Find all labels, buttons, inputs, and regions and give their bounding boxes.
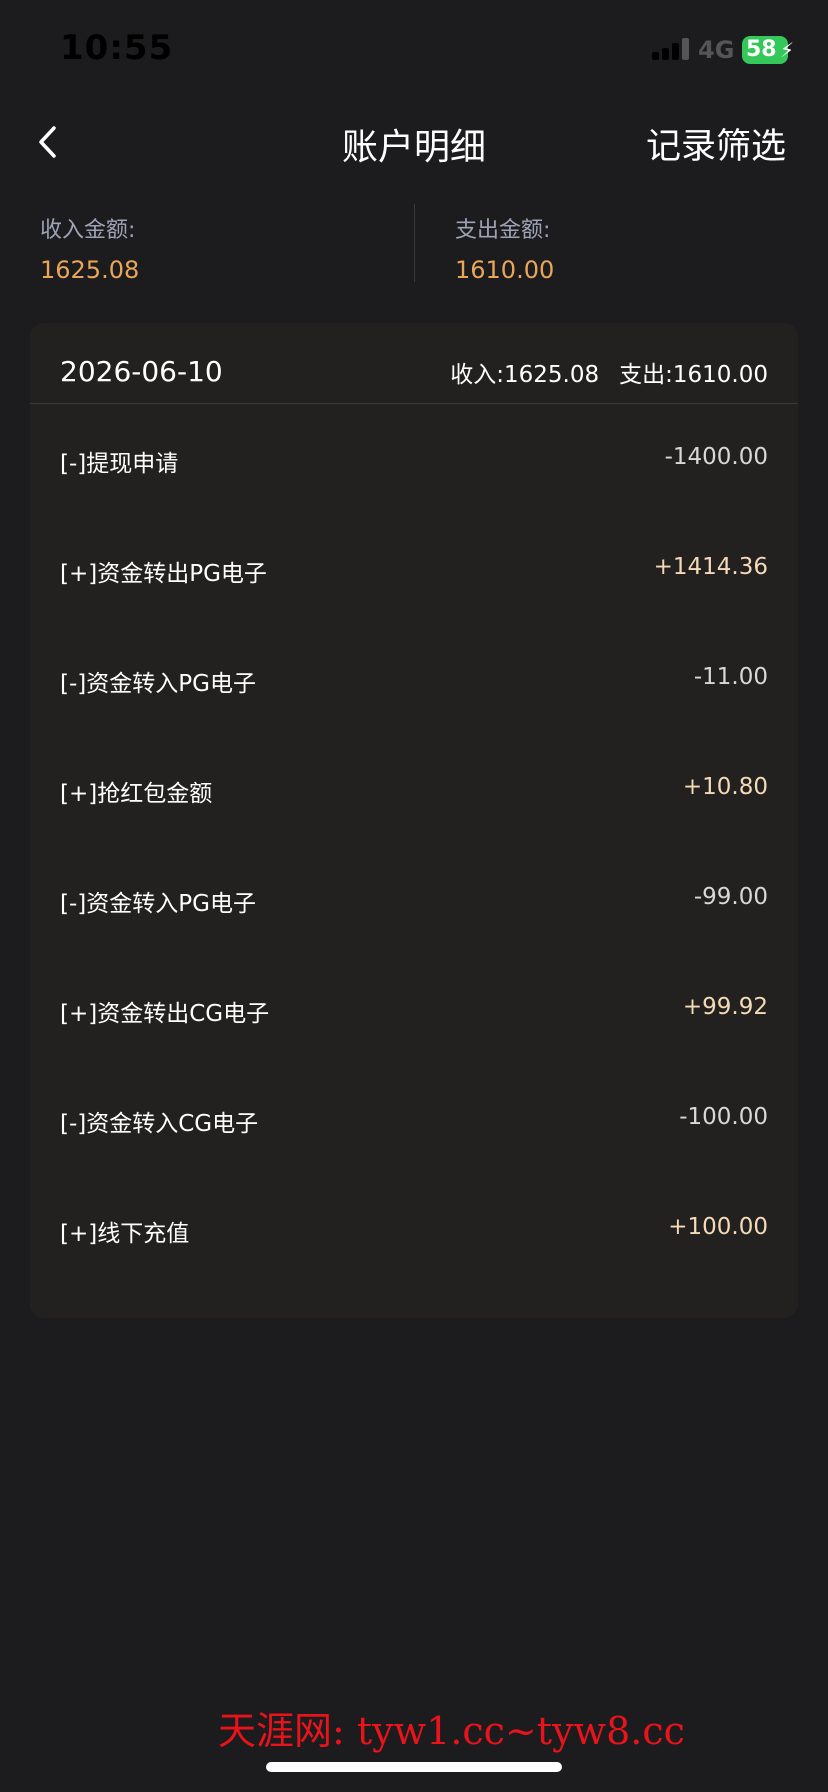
charging-icon: ⚡ — [779, 38, 794, 62]
transaction-amount: +99.92 — [682, 994, 768, 1020]
expense-value: 1610.00 — [455, 256, 555, 284]
watermark: 天涯网: tyw1.cc~tyw8.cc — [218, 1709, 685, 1753]
transaction-card: 2026-06-10 收入:1625.08 支出:1610.00 [-]提现申请 … — [30, 323, 798, 1318]
transaction-row[interactable]: [+]资金转出CG电子 +99.92 — [30, 980, 798, 1040]
transaction-amount: +10.80 — [682, 774, 768, 800]
transaction-amount: -100.00 — [679, 1104, 768, 1130]
battery-level: 58 — [746, 37, 777, 62]
transaction-label: [+]资金转出PG电子 — [60, 561, 267, 587]
transaction-row[interactable]: [+]抢红包金额 +10.80 — [30, 760, 798, 820]
transaction-amount: +100.00 — [668, 1214, 768, 1240]
account-details-page: 10:55 4G 58 ⚡ 账户明细 记录筛选 收入金额: 1625.08 支出… — [0, 0, 828, 1792]
transaction-label: [-]资金转入PG电子 — [60, 891, 256, 917]
transaction-row[interactable]: [-]提现申请 -1400.00 — [30, 430, 798, 490]
home-indicator[interactable] — [266, 1762, 562, 1772]
transaction-label: [-]资金转入CG电子 — [60, 1111, 259, 1137]
transaction-row[interactable]: [-]资金转入PG电子 -99.00 — [30, 870, 798, 930]
transaction-label: [-]提现申请 — [60, 451, 179, 477]
transaction-amount: -11.00 — [693, 664, 768, 690]
transaction-label: [+]抢红包金额 — [60, 781, 213, 807]
battery-icon: 58 ⚡ — [742, 36, 794, 64]
transaction-label: [+]资金转出CG电子 — [60, 1001, 270, 1027]
income-label: 收入金额: — [40, 218, 136, 243]
day-income-total: 收入:1625.08 — [450, 362, 600, 388]
transaction-amount: +1414.36 — [653, 554, 768, 580]
status-time: 10:55 — [60, 28, 174, 68]
day-expense-total: 支出:1610.00 — [619, 362, 768, 388]
summary-divider — [414, 204, 415, 282]
status-bar: 10:55 4G 58 ⚡ — [0, 0, 828, 100]
transaction-date: 2026-06-10 — [60, 355, 223, 388]
transaction-amount: -1400.00 — [664, 444, 768, 470]
network-type: 4G — [698, 36, 735, 64]
transaction-row[interactable]: [+]资金转出PG电子 +1414.36 — [30, 540, 798, 600]
card-header: 2026-06-10 收入:1625.08 支出:1610.00 — [30, 323, 798, 404]
income-value: 1625.08 — [40, 256, 140, 284]
signal-icon — [652, 38, 690, 60]
transaction-label: [-]资金转入PG电子 — [60, 671, 256, 697]
expense-label: 支出金额: — [455, 218, 551, 243]
transaction-row[interactable]: [+]线下充值 +100.00 — [30, 1200, 798, 1260]
transaction-row[interactable]: [-]资金转入CG电子 -100.00 — [30, 1090, 798, 1150]
transaction-amount: -99.00 — [693, 884, 768, 910]
transaction-label: [+]线下充值 — [60, 1221, 190, 1247]
record-filter-button[interactable]: 记录筛选 — [646, 118, 786, 169]
transaction-row[interactable]: [-]资金转入PG电子 -11.00 — [30, 650, 798, 710]
day-totals: 收入:1625.08 支出:1610.00 — [450, 355, 768, 389]
